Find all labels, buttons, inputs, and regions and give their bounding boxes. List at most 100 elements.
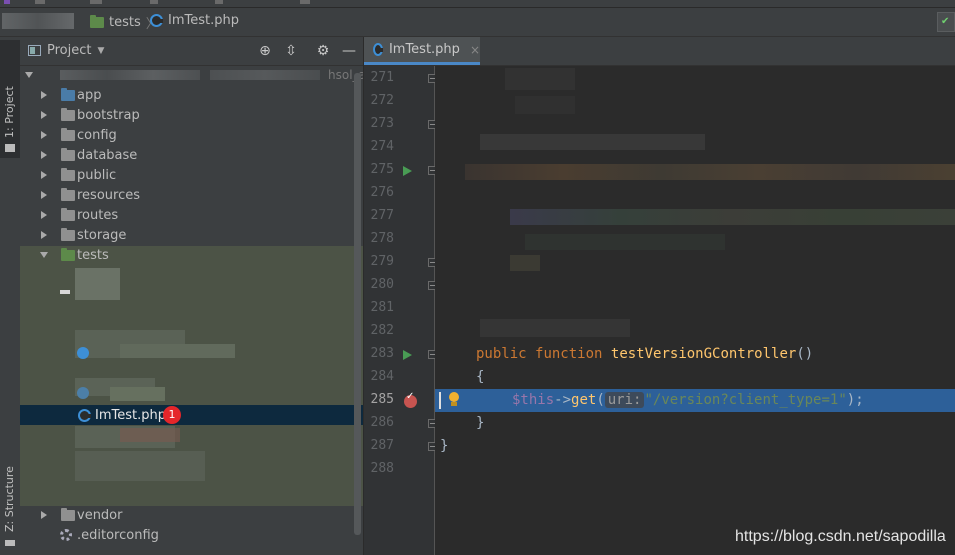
redacted-root-name bbox=[60, 70, 200, 80]
redacted-code bbox=[525, 234, 725, 250]
line-number: 283 bbox=[370, 346, 394, 361]
dropdown-icon: ▼ bbox=[97, 45, 105, 56]
code-line-286: } bbox=[435, 412, 955, 435]
collapse-icon[interactable]: ⇳ bbox=[282, 42, 300, 60]
project-scrollbar[interactable] bbox=[354, 73, 361, 535]
tree-item-label: config bbox=[77, 127, 117, 143]
redacted-code bbox=[510, 255, 540, 271]
code-line-283: public function testVersionGController() bbox=[435, 343, 955, 366]
redacted-code bbox=[480, 319, 630, 337]
redacted-item bbox=[60, 290, 70, 294]
project-view-selector[interactable]: Project ▼ bbox=[28, 43, 104, 58]
annotation-badge: 1 bbox=[163, 406, 181, 424]
redacted-code bbox=[505, 68, 575, 90]
function-parens: () bbox=[796, 346, 814, 362]
line-number: 281 bbox=[370, 300, 394, 315]
tool-tab-structure-label: Z: Structure bbox=[3, 466, 16, 532]
line-number: 271 bbox=[370, 70, 394, 85]
tree-item-label: bootstrap bbox=[77, 107, 140, 123]
tree-item-vendor[interactable]: vendor bbox=[20, 505, 363, 525]
tool-tab-project[interactable]: 1: Project bbox=[0, 40, 20, 158]
keyword-function: function bbox=[535, 346, 603, 362]
close-icon[interactable]: × bbox=[470, 43, 480, 57]
redacted-code bbox=[515, 96, 575, 114]
tests-folder-region bbox=[20, 246, 363, 506]
minimize-icon[interactable]: — bbox=[340, 42, 358, 60]
close-brace: } bbox=[476, 415, 485, 431]
tree-item-public[interactable]: public bbox=[20, 165, 363, 185]
tree-item-storage[interactable]: storage bbox=[20, 225, 363, 245]
expand-arrow-icon bbox=[41, 211, 47, 219]
redacted-code bbox=[510, 209, 955, 225]
line-number: 273 bbox=[370, 116, 394, 131]
method-get: get bbox=[571, 392, 597, 408]
redacted-code bbox=[465, 164, 955, 180]
uri-string: "/version?client_type=1" bbox=[644, 392, 847, 408]
breadcrumb-file[interactable]: ImTest.php bbox=[150, 13, 239, 28]
redacted-item bbox=[120, 344, 235, 358]
tree-root-row[interactable]: hsol_a bbox=[20, 65, 363, 85]
tree-item-label: resources bbox=[77, 187, 141, 203]
tree-item-bootstrap[interactable]: bootstrap bbox=[20, 105, 363, 125]
line-number: 288 bbox=[370, 461, 394, 476]
project-title: Project bbox=[47, 43, 92, 58]
tree-item-label: database bbox=[77, 147, 138, 163]
expand-arrow-icon bbox=[41, 191, 47, 199]
folder-icon bbox=[90, 15, 104, 28]
folder-icon bbox=[5, 144, 15, 152]
function-name: testVersionGController bbox=[610, 346, 797, 362]
class-close-brace: } bbox=[440, 438, 449, 454]
left-tool-strip: 1: Project Z: Structure bbox=[0, 37, 21, 555]
expand-arrow-icon bbox=[41, 91, 47, 99]
code-line-285: $this->get(uri: "/version?client_type=1")… bbox=[435, 389, 955, 412]
editor-tab-bar: ImTest.php × bbox=[364, 37, 955, 66]
expand-arrow-icon bbox=[25, 72, 33, 78]
tree-item-tests[interactable]: tests bbox=[20, 245, 363, 265]
folder-icon bbox=[61, 168, 75, 181]
watermark: https://blog.csdn.net/sapodilla bbox=[735, 528, 946, 545]
folder-icon bbox=[61, 208, 75, 221]
tree-item-resources[interactable]: resources bbox=[20, 185, 363, 205]
folder-icon bbox=[61, 128, 75, 141]
expand-arrow-icon bbox=[41, 511, 47, 519]
tree-item-label: storage bbox=[77, 227, 127, 243]
line-number: 277 bbox=[370, 208, 394, 223]
breadcrumb-tests[interactable]: tests 〉 bbox=[90, 13, 159, 32]
run-test-icon[interactable] bbox=[403, 166, 412, 176]
tree-item-imtest-selected[interactable]: ImTest.php 1 bbox=[20, 405, 363, 425]
line-number: 274 bbox=[370, 139, 394, 154]
folder-icon bbox=[61, 148, 75, 161]
redacted-item bbox=[75, 268, 120, 300]
tree-item-database[interactable]: database bbox=[20, 145, 363, 165]
run-test-icon[interactable] bbox=[403, 350, 412, 360]
line-number: 276 bbox=[370, 185, 394, 200]
target-icon[interactable]: ⊕ bbox=[256, 42, 274, 60]
tool-tab-structure[interactable]: Z: Structure bbox=[0, 377, 20, 555]
tab-imtest[interactable]: ImTest.php × bbox=[364, 37, 480, 65]
line-number: 278 bbox=[370, 231, 394, 246]
gear-icon[interactable]: ⚙ bbox=[314, 42, 332, 60]
tree-item-routes[interactable]: routes bbox=[20, 205, 363, 225]
open-paren: ( bbox=[596, 392, 605, 408]
tree-item-label: .editorconfig bbox=[77, 527, 159, 543]
tree-item-editorconfig[interactable]: .editorconfig bbox=[20, 525, 363, 545]
tree-item-config[interactable]: config bbox=[20, 125, 363, 145]
keyword-public: public bbox=[476, 346, 527, 362]
breadcrumb-file-label: ImTest.php bbox=[168, 13, 239, 28]
tree-item-app[interactable]: app bbox=[20, 85, 363, 105]
tree-item-label: tests bbox=[77, 247, 109, 263]
parameter-hint: uri: bbox=[604, 392, 645, 408]
code-line-284: { bbox=[435, 366, 955, 389]
build-status-icon[interactable]: ✔ bbox=[937, 12, 955, 32]
php-class-icon bbox=[150, 14, 163, 27]
line-number: 284 bbox=[370, 369, 394, 384]
code-editor[interactable]: public function testVersionGController()… bbox=[435, 66, 955, 555]
folder-icon bbox=[61, 108, 75, 121]
config-file-icon bbox=[60, 529, 72, 541]
breakpoint-icon[interactable] bbox=[404, 391, 417, 408]
line-number: 275 bbox=[370, 162, 394, 177]
line-number: 287 bbox=[370, 438, 394, 453]
arrow-operator: -> bbox=[554, 392, 572, 408]
line-number-current: 285 bbox=[370, 392, 394, 407]
structure-icon bbox=[5, 540, 15, 546]
